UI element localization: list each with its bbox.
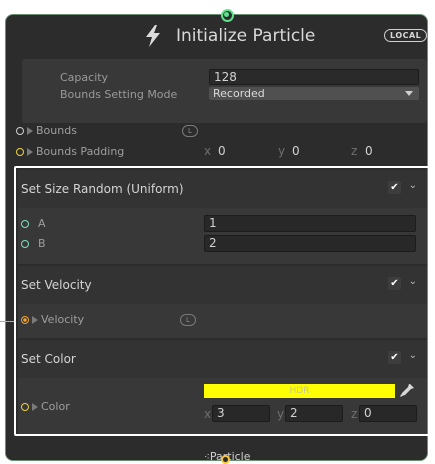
block-title: Set Size Random (Uniform) [21,182,184,196]
flow-input-port-center [224,12,229,17]
a-label: A [38,217,46,230]
bounds-padding-port-icon[interactable] [16,148,24,156]
y-axis-label: y [278,144,286,158]
b-label: B [38,237,46,250]
color-y-field[interactable]: 2 [285,405,343,422]
y-axis-label: y [277,407,285,421]
block-enabled-checkbox[interactable]: ✔ [388,351,401,364]
space-toggle-badge[interactable]: LOCAL [384,29,427,42]
block-body: Color HDR x 3 y 2 z 0 [18,378,427,434]
block-header[interactable]: Set Velocity ✔ ⌄ [18,266,427,304]
color-swatch[interactable]: HDR [204,384,395,398]
a-port-icon[interactable] [21,220,29,228]
bounds-setting-mode-label: Bounds Setting Mode [60,88,178,101]
block-body: A 1 B 2 [18,208,427,264]
bounds-padding-property[interactable]: Bounds Padding [16,145,124,158]
node-title: Initialize Particle [176,26,316,46]
block-header[interactable]: Set Size Random (Uniform) ✔ ⌄ [18,170,427,208]
chevron-down-icon[interactable]: ⌄ [409,180,417,191]
set-velocity-block[interactable]: Set Velocity ✔ ⌄ Velocity L [18,266,427,338]
lightning-bolt-icon [146,25,160,47]
expand-triangle-icon[interactable] [32,403,38,411]
velocity-port-icon[interactable] [21,316,29,324]
bounds-port-icon[interactable] [16,127,24,135]
block-title: Set Velocity [21,278,92,292]
velocity-label: Velocity [41,313,85,326]
hdr-label: HDR [289,386,310,396]
settings-panel: Capacity 128 Bounds Setting Mode Recorde… [22,59,427,123]
set-size-random-block[interactable]: Set Size Random (Uniform) ✔ ⌄ A 1 B 2 [18,170,427,264]
set-color-block[interactable]: Set Color ✔ ⌄ Color HDR x 3 y 2 z 0 [18,340,427,434]
chevron-down-icon [405,91,413,96]
bounds-padding-y-field[interactable]: 0 [287,143,347,159]
eyedropper-icon[interactable] [399,383,415,399]
node-header[interactable]: Initialize Particle LOCAL [6,15,427,59]
color-label: Color [41,400,70,413]
node-footer: ⁖Particle [6,450,427,460]
z-axis-label: z [351,407,358,421]
bounds-padding-label: Bounds Padding [36,145,125,158]
a-property[interactable]: A [21,217,46,230]
color-port-icon[interactable] [21,403,29,411]
bounds-property[interactable]: Bounds [16,124,77,137]
z-axis-label: z [351,144,358,158]
x-axis-label: x [204,144,212,158]
capacity-field[interactable]: 128 [209,69,419,85]
chevron-down-icon[interactable]: ⌄ [409,276,417,287]
flow-output-port[interactable] [221,455,230,464]
bounds-padding-z-field[interactable]: 0 [360,143,420,159]
b-port-icon[interactable] [21,240,29,248]
capacity-label: Capacity [60,71,109,84]
a-field[interactable]: 1 [204,215,416,232]
expand-triangle-icon[interactable] [27,127,33,135]
bounds-space-icon[interactable]: L [182,125,198,137]
b-property[interactable]: B [21,237,46,250]
block-selection-outline: Set Size Random (Uniform) ✔ ⌄ A 1 B 2 Se… [14,166,431,436]
color-z-field[interactable]: 0 [359,405,417,422]
block-title: Set Color [21,352,76,366]
bounds-padding-x-field[interactable]: 0 [213,143,273,159]
block-enabled-checkbox[interactable]: ✔ [388,181,401,194]
block-header[interactable]: Set Color ✔ ⌄ [18,340,427,378]
bounds-label: Bounds [36,124,77,137]
b-field[interactable]: 2 [204,235,416,252]
color-x-field[interactable]: 3 [212,405,270,422]
velocity-property[interactable]: Velocity [21,313,84,326]
bounds-setting-mode-value: Recorded [213,87,265,100]
color-property[interactable]: Color [21,400,70,413]
block-enabled-checkbox[interactable]: ✔ [388,277,401,290]
block-body: Velocity L [18,304,427,338]
bounds-setting-mode-dropdown[interactable]: Recorded [209,87,419,100]
x-axis-label: x [204,407,212,421]
expand-triangle-icon[interactable] [27,148,33,156]
chevron-down-icon[interactable]: ⌄ [409,350,417,361]
velocity-input-edge [0,321,14,322]
velocity-space-icon[interactable]: L [180,314,196,326]
expand-triangle-icon[interactable] [32,316,38,324]
